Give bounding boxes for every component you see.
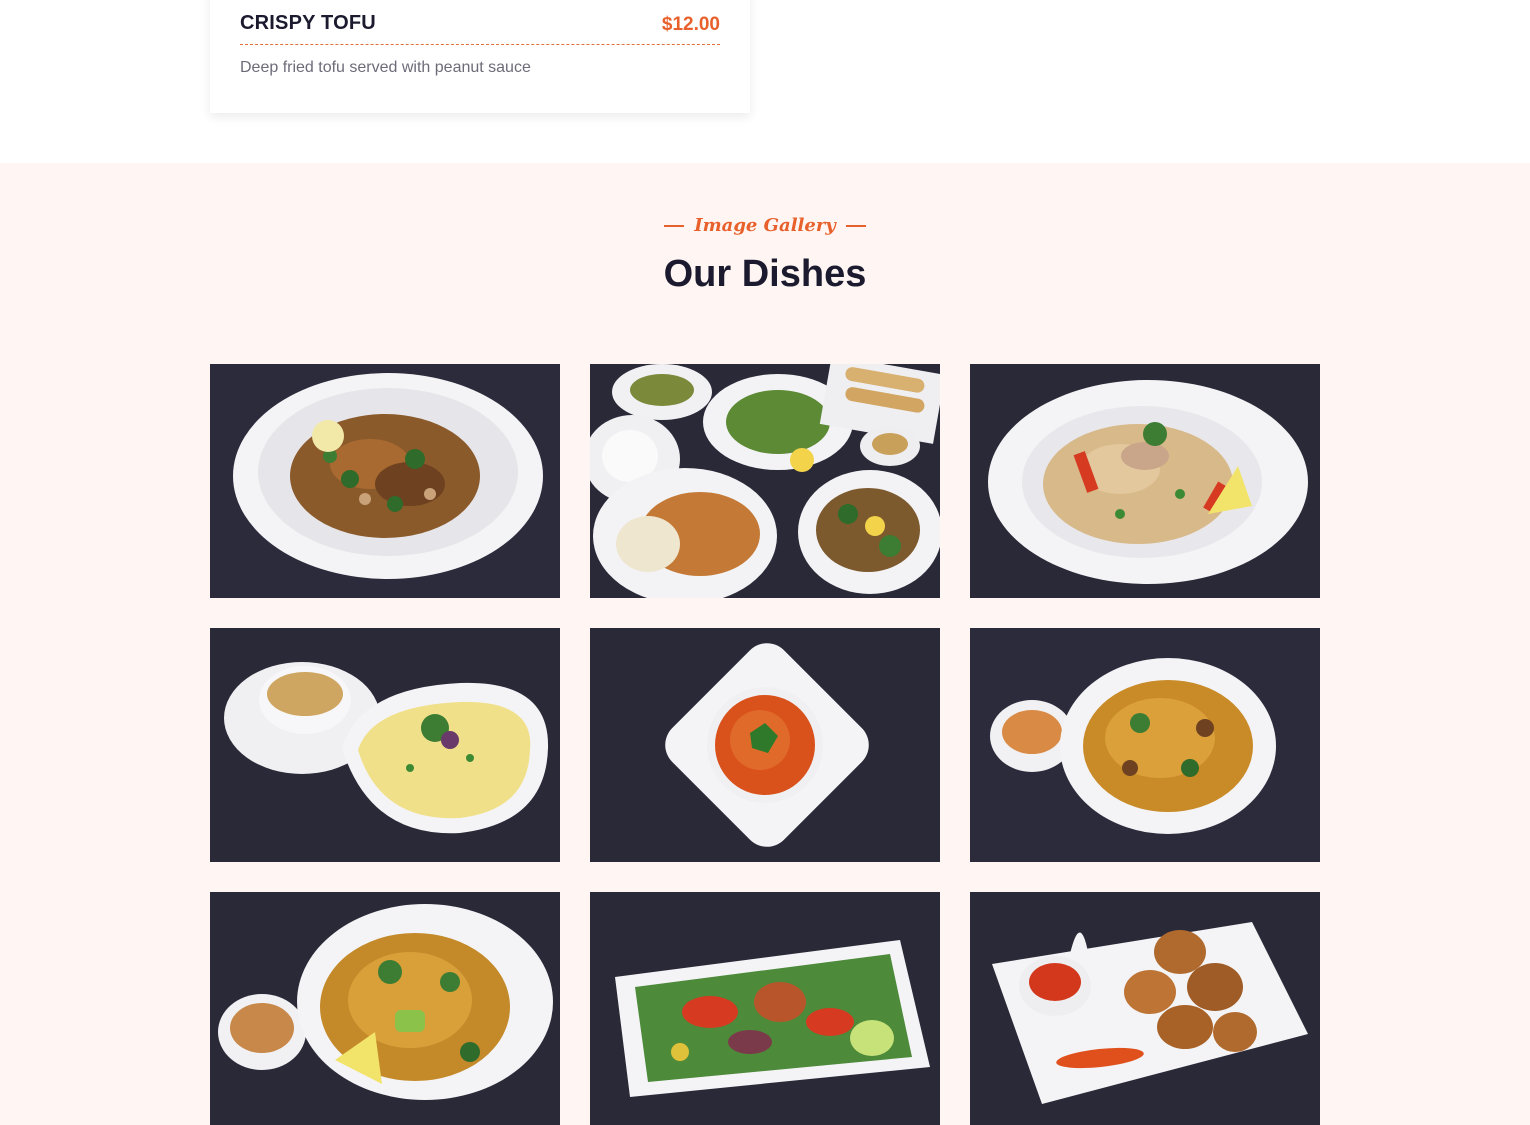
gallery-image-chicken-wings[interactable] xyxy=(970,892,1320,1125)
gallery-image-fried-rice[interactable] xyxy=(970,364,1320,598)
menu-item-price: $12.00 xyxy=(661,14,720,35)
gallery-image-lo-mein[interactable] xyxy=(970,628,1320,862)
gallery-eyebrow-text: Image Gallery xyxy=(694,215,836,236)
eyebrow-dash-right xyxy=(845,225,866,227)
menu-item-name: CRISPY TOFU xyxy=(240,12,376,34)
menu-item-card: CRISPY TOFU $12.00 Deep fried tofu serve… xyxy=(210,0,750,113)
gallery-title: Our Dishes xyxy=(663,253,867,295)
eyebrow-dash-left xyxy=(664,225,685,227)
gallery-image-assorted-dishes[interactable] xyxy=(590,364,940,598)
gallery-image-yellow-curry[interactable] xyxy=(210,628,560,862)
menu-item-description: Deep fried tofu served with peanut sauce xyxy=(240,59,531,76)
gallery-eyebrow: Image Gallery xyxy=(0,215,1530,236)
gallery-image-tom-yum-soup[interactable] xyxy=(590,628,940,862)
gallery-image-stir-fry-noodles[interactable] xyxy=(210,892,560,1125)
image-gallery-section: Image Gallery Our Dishes xyxy=(0,163,1530,1125)
menu-section: CRISPY TOFU $12.00 Deep fried tofu serve… xyxy=(0,0,1530,163)
gallery-image-drunken-noodles[interactable] xyxy=(210,364,560,598)
menu-item-header: CRISPY TOFU $12.00 xyxy=(240,10,720,45)
gallery-image-salad-platter[interactable] xyxy=(590,892,940,1125)
